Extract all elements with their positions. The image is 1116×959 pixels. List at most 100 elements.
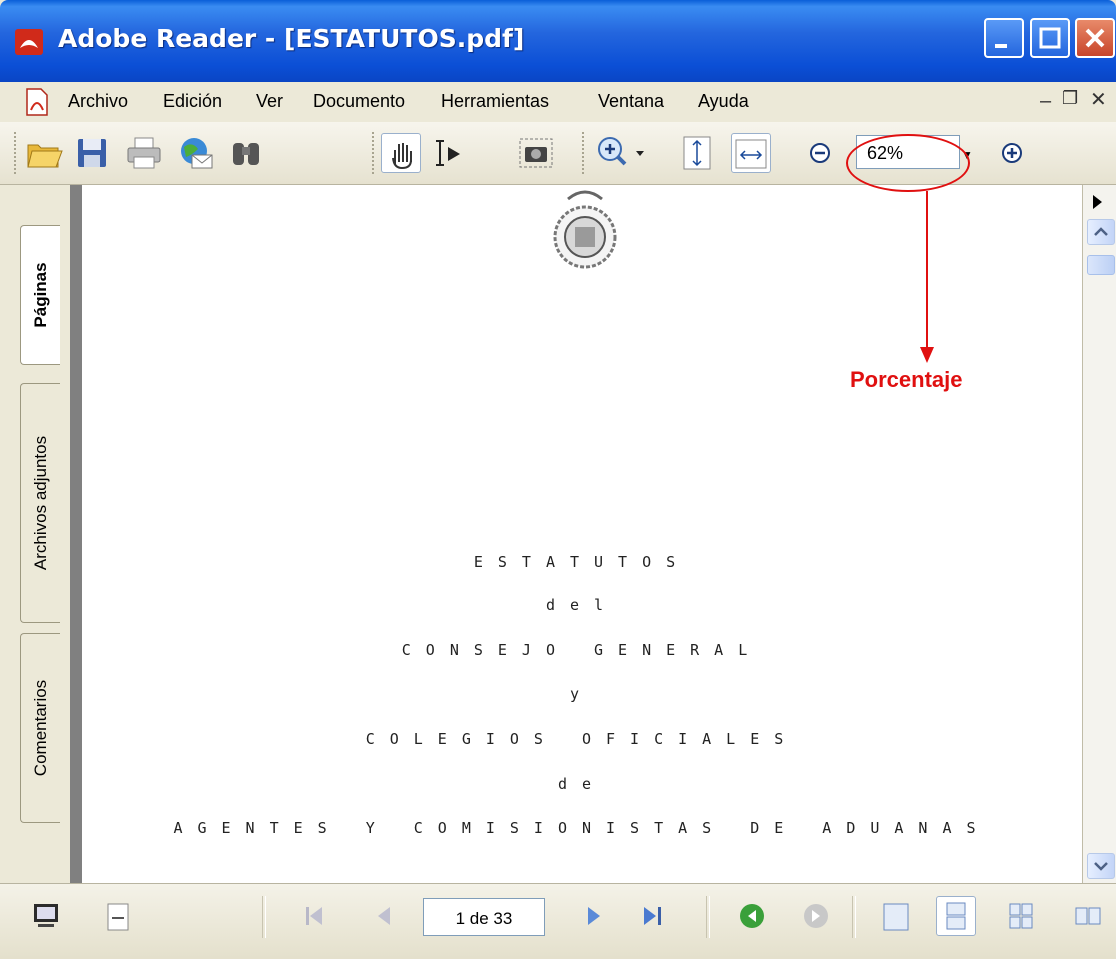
scroll-down-button[interactable] — [1087, 853, 1115, 879]
page-size-button[interactable] — [98, 896, 138, 936]
page-indicator: 1 de 33 — [455, 909, 513, 928]
zoom-out-icon — [810, 143, 830, 163]
maximize-icon — [1039, 27, 1061, 49]
select-text-button[interactable] — [428, 133, 468, 173]
status-bar: 1 de 33 — [0, 883, 1116, 959]
tab-paginas[interactable]: Páginas — [20, 225, 60, 365]
save-button[interactable] — [72, 133, 112, 173]
annotation-label: Porcentaje — [850, 367, 963, 392]
zoom-in-icon — [1002, 143, 1022, 163]
select-text-icon — [436, 140, 460, 166]
maximize-button[interactable] — [1030, 18, 1070, 58]
next-view-button[interactable] — [796, 896, 836, 936]
doc-heading-line: ESTATUTOS — [473, 553, 691, 571]
window-title: Adobe Reader - [ESTATUTOS.pdf] — [58, 24, 525, 53]
minimize-button[interactable] — [984, 18, 1024, 58]
print-button[interactable] — [124, 133, 164, 173]
search-icon — [233, 143, 259, 165]
toolbar-grip[interactable] — [582, 132, 588, 174]
snapshot-button[interactable] — [516, 133, 556, 173]
toolbar-grip[interactable] — [14, 132, 20, 174]
document-restore-icon[interactable]: ❐ — [1062, 88, 1078, 109]
previous-page-icon — [378, 907, 390, 925]
first-page-button[interactable] — [294, 896, 334, 936]
menu-edicion[interactable]: Edición — [163, 91, 222, 112]
menu-ventana[interactable]: Ventana — [598, 91, 664, 112]
email-button[interactable] — [176, 133, 216, 173]
first-page-icon — [306, 907, 322, 925]
open-button[interactable] — [24, 133, 64, 173]
zoom-highlight-circle — [846, 134, 970, 192]
doc-heading-line: y — [569, 685, 595, 703]
navigation-panel: Páginas Archivos adjuntos Comentarios — [0, 185, 71, 883]
monitor-icon — [34, 904, 58, 927]
fit-page-button[interactable] — [678, 133, 718, 173]
last-page-icon — [644, 907, 661, 925]
title-bar: Adobe Reader - [ESTATUTOS.pdf] — [0, 0, 1116, 82]
menu-archivo[interactable]: Archivo — [68, 91, 128, 112]
adobe-reader-icon — [15, 29, 43, 55]
open-icon — [27, 144, 63, 168]
tab-comentarios-label: Comentarios — [30, 679, 50, 777]
previous-page-button[interactable] — [364, 896, 404, 936]
zoom-tool-button[interactable] — [594, 133, 644, 173]
next-view-icon — [804, 904, 828, 928]
email-icon — [181, 138, 213, 169]
scroll-up-button[interactable] — [1087, 219, 1115, 245]
menu-ayuda[interactable]: Ayuda — [698, 91, 749, 112]
next-page-button[interactable] — [574, 896, 614, 936]
document-minimize-icon[interactable]: – — [1040, 90, 1051, 113]
menu-bar: Archivo Edición Ver Documento Herramient… — [0, 82, 1116, 123]
toolbar-grip[interactable] — [372, 132, 378, 174]
page-size-icon — [107, 903, 129, 931]
page-number-input[interactable]: 1 de 33 — [423, 898, 545, 936]
options-arrow-icon[interactable] — [1093, 195, 1102, 209]
document-close-icon[interactable]: ✕ — [1090, 87, 1107, 112]
menu-documento[interactable]: Documento — [313, 91, 405, 112]
tab-comentarios[interactable]: Comentarios — [20, 633, 60, 823]
doc-heading-line: de — [557, 775, 607, 793]
next-page-icon — [588, 907, 600, 925]
doc-heading-line: AGENTES Y COMISIONISTAS DE ADUANAS — [173, 819, 991, 837]
zoom-out-button[interactable] — [800, 133, 840, 173]
monitor-button[interactable] — [26, 896, 66, 936]
zoom-in-button[interactable] — [992, 133, 1032, 173]
previous-view-button[interactable] — [732, 896, 772, 936]
search-button[interactable] — [226, 133, 266, 173]
scrollbar-thumb[interactable] — [1087, 255, 1115, 275]
continuous-button[interactable] — [936, 896, 976, 936]
save-icon — [78, 139, 106, 167]
pdf-document-icon — [26, 88, 48, 116]
annotation-arrow-icon — [920, 191, 934, 363]
menu-herramientas[interactable]: Herramientas — [441, 91, 549, 112]
tab-archivos-adjuntos[interactable]: Archivos adjuntos — [20, 383, 60, 623]
doc-heading-line: CONSEJO GENERAL — [401, 641, 763, 659]
close-icon — [1085, 28, 1105, 48]
fit-width-button[interactable] — [731, 133, 771, 173]
continuous-facing-button[interactable] — [1002, 896, 1042, 936]
zoom-in-tool-icon — [598, 137, 644, 166]
tab-archivos-adjuntos-label: Archivos adjuntos — [30, 435, 50, 571]
print-icon — [127, 137, 161, 169]
fit-page-icon — [683, 136, 711, 170]
fit-width-icon — [735, 139, 767, 169]
close-button[interactable] — [1075, 18, 1115, 58]
vertical-scrollbar[interactable] — [1082, 185, 1116, 883]
continuous-facing-icon — [1009, 903, 1033, 929]
single-page-icon — [883, 903, 909, 931]
previous-view-icon — [740, 904, 764, 928]
facing-button[interactable] — [1068, 896, 1108, 936]
chevron-down-icon — [1094, 862, 1108, 871]
single-page-button[interactable] — [876, 896, 916, 936]
last-page-button[interactable] — [632, 896, 672, 936]
minimize-icon — [995, 44, 1007, 48]
tab-paginas-label: Páginas — [30, 262, 50, 328]
continuous-icon — [946, 902, 966, 930]
chevron-up-icon — [1094, 227, 1108, 236]
menu-ver[interactable]: Ver — [256, 91, 283, 112]
doc-heading-line: del — [545, 596, 619, 614]
snapshot-icon — [519, 138, 553, 168]
hand-tool-button[interactable] — [381, 133, 421, 173]
hand-tool-icon — [392, 143, 412, 170]
doc-heading-line: COLEGIOS OFICIALES — [365, 730, 799, 748]
